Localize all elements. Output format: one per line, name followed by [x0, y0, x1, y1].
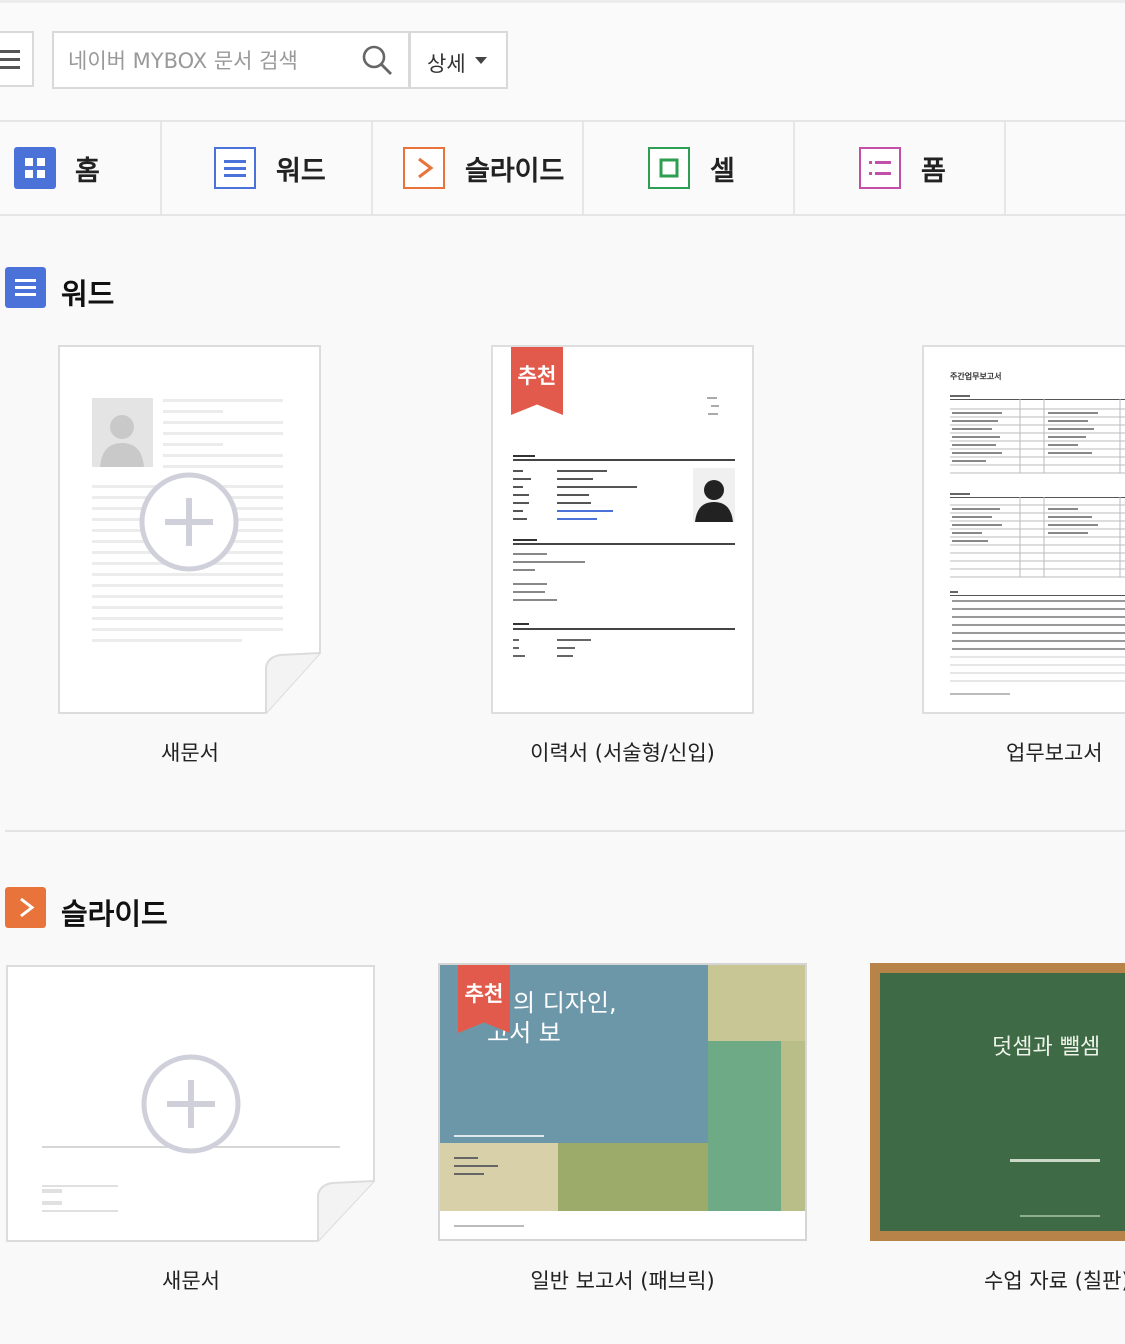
search-box [52, 31, 410, 89]
chevron-down-icon [475, 57, 487, 64]
word-new-document-caption: 새문서 [161, 741, 219, 765]
form-icon [859, 147, 901, 189]
slide-chalkboard-caption: 수업 자료 (칠판) [984, 1269, 1125, 1293]
cell-icon [648, 147, 690, 189]
tab-cell-label: 셀 [710, 156, 735, 187]
hamburger-icon [0, 50, 20, 53]
tab-slide[interactable]: 슬라이드 [373, 122, 584, 214]
slide-new-document-caption: 새문서 [162, 1269, 220, 1293]
work-report-preview [950, 395, 1125, 695]
tab-cell[interactable]: 셀 [584, 122, 795, 214]
word-work-report-template-card[interactable]: 주간업무보고서 [922, 345, 1125, 714]
slide-fabric-report-template-card[interactable]: 의 디자인, 고서 보 추천 [438, 963, 807, 1241]
chalkboard-slide-title: 덧셈과 뺄셈 [992, 1035, 1101, 1060]
word-section-icon [5, 267, 46, 308]
top-bar: 상세 [0, 0, 1125, 123]
app-tabs: 홈 워드 슬라이드 셀 폼 [0, 120, 1125, 216]
tab-word[interactable]: 워드 [162, 122, 373, 214]
slide-new-document-card[interactable] [6, 965, 376, 1243]
detail-search-label: 상세 [427, 52, 466, 76]
tab-slide-label: 슬라이드 [465, 156, 565, 187]
recommended-badge: 추천 [511, 347, 563, 415]
tab-home[interactable]: 홈 [0, 122, 162, 214]
menu-button[interactable] [0, 31, 34, 87]
recommended-badge: 추천 [458, 965, 510, 1033]
search-icon[interactable] [360, 43, 394, 77]
word-section-title: 워드 [61, 277, 115, 311]
word-resume-template-card[interactable]: 추천 [491, 345, 754, 714]
word-work-report-caption: 업무보고서 [1006, 741, 1103, 765]
slide-fabric-report-caption: 일반 보고서 (패브릭) [530, 1269, 715, 1293]
slide-section-icon [5, 887, 46, 928]
home-grid-icon [14, 147, 56, 189]
section-divider [5, 830, 1125, 832]
slide-icon [403, 147, 445, 189]
tab-word-label: 워드 [276, 156, 326, 187]
word-resume-caption: 이력서 (서술형/신입) [530, 741, 715, 765]
tab-form-label: 폼 [921, 156, 946, 187]
slide-chalkboard-template-card[interactable]: 덧셈과 뺄셈 [870, 963, 1125, 1241]
slide-section-title: 슬라이드 [61, 897, 168, 931]
search-input[interactable] [66, 43, 360, 79]
detail-search-button[interactable]: 상세 [409, 31, 508, 89]
word-new-document-card[interactable] [58, 345, 322, 715]
tab-form[interactable]: 폼 [795, 122, 1006, 214]
word-icon [214, 147, 256, 189]
blank-slide-icon [6, 965, 375, 1242]
blank-document-icon [58, 345, 321, 714]
tab-home-label: 홈 [75, 156, 100, 187]
chalkboard-preview [880, 973, 1125, 1231]
